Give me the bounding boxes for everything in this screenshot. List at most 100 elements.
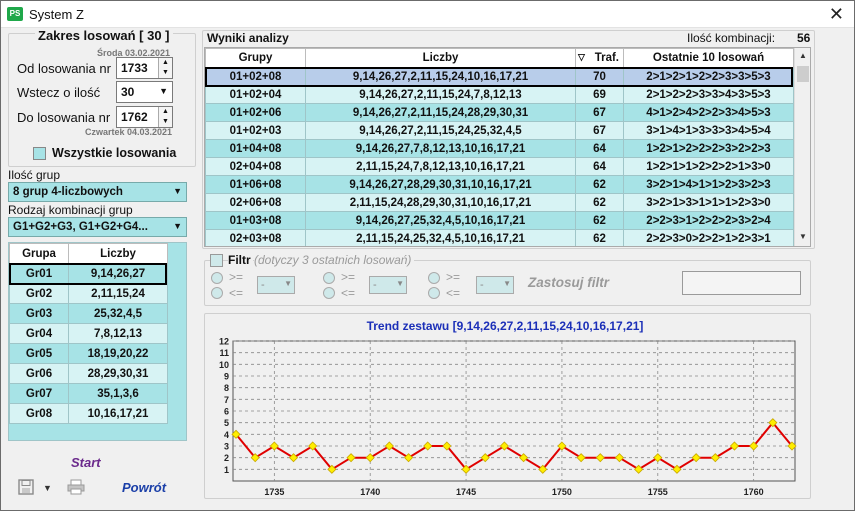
ge-label: >= xyxy=(341,270,356,284)
cell-numbers: 2,11,15,24,7,8,12,13,10,16,17,21 xyxy=(305,157,576,176)
dropdown-arrow-icon[interactable]: ▼ xyxy=(173,186,182,196)
cell-last10: 3>1>4>1>3>3>3>4>5>4 xyxy=(623,121,794,140)
to-draw-spinner[interactable]: 1762 ▲ ▼ xyxy=(116,106,173,128)
groups-count-select[interactable]: 8 grup 4-liczbowych ▼ xyxy=(8,182,187,202)
filter1-value-select[interactable]: - ▼ xyxy=(257,276,295,294)
dropdown-arrow-icon[interactable]: ▼ xyxy=(173,221,182,231)
dropdown-arrow-icon[interactable]: ▼ xyxy=(284,279,292,288)
filter3-ge-radio[interactable] xyxy=(428,272,440,284)
all-draws-label: Wszystkie losowania xyxy=(52,146,177,160)
cell-groups: 01+02+06 xyxy=(205,103,306,122)
table-row[interactable]: Gr04 7,8,12,13 xyxy=(9,323,168,344)
table-row[interactable]: Gr07 35,1,3,6 xyxy=(9,383,168,404)
group-numbers: 7,8,12,13 xyxy=(68,323,168,344)
table-row[interactable]: 01+02+06 9,14,26,27,2,11,15,24,28,29,30,3… xyxy=(205,103,794,122)
group-name: Gr04 xyxy=(9,323,69,344)
filter-checkbox[interactable] xyxy=(210,254,223,267)
table-row[interactable]: 01+03+08 9,14,26,27,25,32,4,5,10,16,17,21… xyxy=(205,211,794,230)
spin-arrows-icon[interactable]: ▲ ▼ xyxy=(158,107,172,127)
ge-label: >= xyxy=(229,270,244,284)
table-row[interactable]: Gr08 10,16,17,21 xyxy=(9,403,168,424)
le-label: <= xyxy=(229,286,244,300)
window-title: System Z xyxy=(29,7,84,22)
cell-numbers: 9,14,26,27,2,11,15,24,28,29,30,31 xyxy=(305,103,576,122)
to-date: Czwartek 04.03.2021 xyxy=(85,127,173,137)
all-draws-checkbox[interactable] xyxy=(33,147,46,160)
group-name: Gr06 xyxy=(9,363,69,384)
results-scrollbar[interactable]: ▲ ▼ xyxy=(794,48,810,246)
start-button[interactable]: Start xyxy=(71,455,101,470)
table-row[interactable]: 02+04+08 2,11,15,24,7,8,12,13,10,16,17,21… xyxy=(205,157,794,176)
y-tick-label: 12 xyxy=(219,337,229,347)
cell-groups: 01+04+08 xyxy=(205,139,306,158)
col-header-groups[interactable]: Grupy xyxy=(205,48,306,68)
filter3-value-select[interactable]: - ▼ xyxy=(476,276,514,294)
print-icon[interactable] xyxy=(67,479,85,495)
dropdown-arrow-icon[interactable]: ▼ xyxy=(396,279,404,288)
table-row[interactable]: 01+02+03 9,14,26,27,2,11,15,24,25,32,4,5 6… xyxy=(205,121,794,140)
y-tick-label: 3 xyxy=(224,442,229,452)
ge-label: >= xyxy=(446,270,461,284)
main-window: PS System Z ✕ Zakres losowań [ 30 ] Środ… xyxy=(0,0,855,511)
table-row[interactable]: 01+02+08 9,14,26,27,2,11,15,24,10,16,17,2… xyxy=(205,67,794,86)
filter-result-box xyxy=(682,271,801,295)
groups-count-label: Ilość grup xyxy=(8,168,61,182)
group-numbers: 9,14,26,27 xyxy=(68,263,168,284)
back-count-select[interactable]: 30 ▼ xyxy=(116,81,173,103)
from-draw-spinner[interactable]: 1733 ▲ ▼ xyxy=(116,57,173,79)
col-header-last10[interactable]: Ostatnie 10 losowań xyxy=(623,48,794,68)
col-header-numbers[interactable]: Liczby xyxy=(305,48,576,68)
cell-hits: 70 xyxy=(575,67,624,86)
dropdown-arrow-icon[interactable]: ▼ xyxy=(503,279,511,288)
x-tick-label: 1745 xyxy=(456,487,476,497)
to-label: Do losowania nr xyxy=(17,110,111,125)
cell-hits: 69 xyxy=(575,85,624,104)
filter2-le-radio[interactable] xyxy=(323,287,335,299)
save-icon[interactable] xyxy=(18,479,34,495)
close-icon[interactable]: ✕ xyxy=(829,4,844,25)
table-row[interactable]: Gr01 9,14,26,27 xyxy=(9,263,168,284)
results-table: Grupy Liczby ▽ Traf. Ostatnie 10 losowań … xyxy=(205,48,794,246)
dropdown-arrow-icon[interactable]: ▼ xyxy=(159,86,168,96)
filter1-le-radio[interactable] xyxy=(211,287,223,299)
table-row[interactable]: Gr05 18,19,20,22 xyxy=(9,343,168,364)
table-row[interactable]: 01+04+08 9,14,26,27,7,8,12,13,10,16,17,21… xyxy=(205,139,794,158)
table-row[interactable]: Gr06 28,29,30,31 xyxy=(9,363,168,384)
filter1-ge-radio[interactable] xyxy=(211,272,223,284)
dropdown-arrow-icon[interactable]: ▼ xyxy=(43,483,52,493)
scroll-thumb[interactable] xyxy=(797,66,809,82)
chart-y-ticks: 123456789101112 xyxy=(219,337,229,475)
chart-x-ticks: 1735 1740 1745 1750 1755 1760 xyxy=(264,487,763,497)
from-draw-value: 1733 xyxy=(121,61,148,75)
cell-numbers: 2,11,15,24,25,32,4,5,10,16,17,21 xyxy=(305,229,576,246)
group-name: Gr02 xyxy=(9,283,69,304)
x-tick-label: 1735 xyxy=(264,487,284,497)
col-header-hits[interactable]: ▽ Traf. xyxy=(575,48,624,68)
spin-arrows-icon[interactable]: ▲ ▼ xyxy=(158,58,172,78)
table-row[interactable]: 01+06+08 9,14,26,27,28,29,30,31,10,16,17,… xyxy=(205,175,794,194)
table-row[interactable]: 02+06+08 2,11,15,24,28,29,30,31,10,16,17,… xyxy=(205,193,794,212)
group-numbers: 18,19,20,22 xyxy=(68,343,168,364)
x-tick-label: 1750 xyxy=(552,487,572,497)
col-header-hits-label: Traf. xyxy=(594,52,619,64)
group-numbers: 25,32,4,5 xyxy=(68,303,168,324)
table-row[interactable]: Gr03 25,32,4,5 xyxy=(9,303,168,324)
scroll-down-icon[interactable]: ▼ xyxy=(795,229,810,245)
y-tick-label: 4 xyxy=(224,430,229,440)
back-button[interactable]: Powrót xyxy=(122,480,166,495)
table-row[interactable]: 01+02+04 9,14,26,27,2,11,15,24,7,8,12,13 6… xyxy=(205,85,794,104)
cell-last10: 1>2>1>2>2>2>3>2>2>3 xyxy=(623,139,794,158)
combo-kind-select[interactable]: G1+G2+G3, G1+G2+G4... ▼ xyxy=(8,217,187,237)
filter2-value-select[interactable]: - ▼ xyxy=(369,276,407,294)
y-tick-label: 5 xyxy=(224,418,229,428)
combo-kind-label: Rodzaj kombinacji grup xyxy=(8,203,133,217)
filter3-le-radio[interactable] xyxy=(428,287,440,299)
apply-filter-button[interactable]: Zastosuj filtr xyxy=(528,275,609,290)
table-row[interactable]: Gr02 2,11,15,24 xyxy=(9,283,168,304)
cell-hits: 62 xyxy=(575,211,624,230)
filter2-ge-radio[interactable] xyxy=(323,272,335,284)
y-tick-label: 10 xyxy=(219,360,229,370)
scroll-up-icon[interactable]: ▲ xyxy=(795,48,810,64)
table-row[interactable]: 02+03+08 2,11,15,24,25,32,4,5,10,16,17,21… xyxy=(205,229,794,246)
cell-last10: 1>2>1>1>2>2>2>1>3>0 xyxy=(623,157,794,176)
